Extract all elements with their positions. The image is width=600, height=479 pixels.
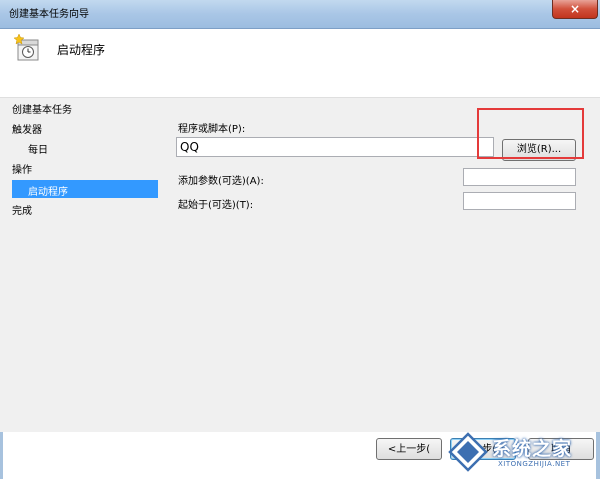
page-title: 启动程序: [57, 43, 106, 57]
wizard-steps: 创建基本任务 触发器 每日 操作 启动程序 完成: [0, 98, 165, 432]
step-daily[interactable]: 每日: [28, 141, 48, 156]
window-title: 创建基本任务向导: [9, 9, 89, 20]
start-in-input[interactable]: [463, 192, 576, 210]
cancel-button[interactable]: 取消: [528, 438, 594, 460]
program-label: 程序或脚本(P):: [178, 124, 246, 135]
next-button[interactable]: 下一步(N: [450, 438, 516, 460]
close-icon: ×: [569, 2, 581, 16]
task-clock-icon: [14, 34, 39, 61]
program-input[interactable]: QQ: [176, 137, 494, 157]
arguments-input[interactable]: [463, 168, 576, 186]
step-start-program-label: 启动程序: [28, 187, 68, 198]
close-button[interactable]: ×: [552, 0, 598, 19]
watermark-url: XITONGZHIJIA.NET: [498, 460, 571, 468]
wizard-header: 启动程序: [0, 29, 600, 98]
highlight-box: [477, 108, 584, 159]
title-bar[interactable]: 创建基本任务向导 ×: [0, 0, 600, 29]
step-trigger[interactable]: 触发器: [12, 121, 42, 136]
step-create-basic-task[interactable]: 创建基本任务: [12, 101, 72, 116]
step-start-program[interactable]: 启动程序: [12, 180, 158, 198]
arguments-label: 添加参数(可选)(A):: [178, 176, 264, 187]
step-action[interactable]: 操作: [12, 161, 32, 176]
back-button[interactable]: <上一步(: [376, 438, 442, 460]
wizard-body: 创建基本任务 触发器 每日 操作 启动程序 完成 程序或脚本(P): QQ 浏览…: [0, 98, 600, 432]
step-finish[interactable]: 完成: [12, 202, 32, 217]
start-in-label: 起始于(可选)(T):: [178, 200, 254, 211]
